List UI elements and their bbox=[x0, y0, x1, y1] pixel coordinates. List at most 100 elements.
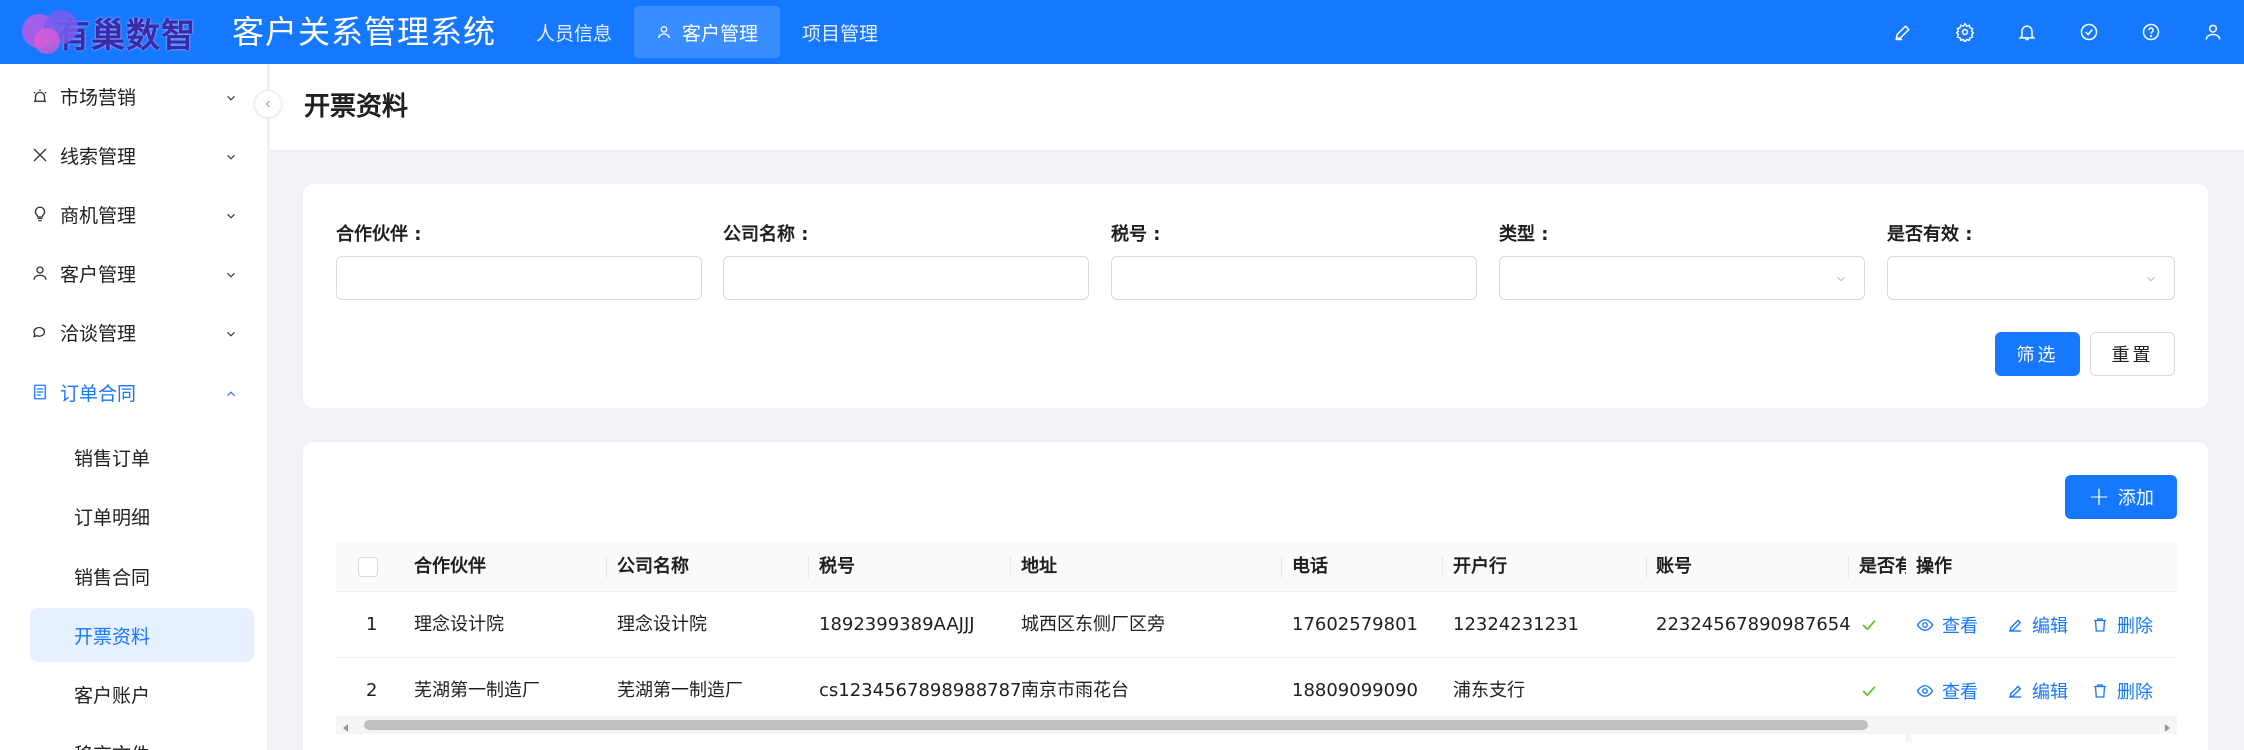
sidebar-collapse-button[interactable] bbox=[254, 90, 282, 118]
add-button[interactable]: + 添加 bbox=[2065, 475, 2177, 519]
chevron-up-icon bbox=[224, 384, 240, 400]
top-nav: 人员信息 客户管理 项目管理 bbox=[514, 0, 900, 64]
sidebar-sub-sales-contract[interactable]: 销售合同 bbox=[30, 549, 254, 603]
sidebar-sub-label: 订单明细 bbox=[74, 506, 151, 529]
sidebar-item-leads[interactable]: 线索管理 bbox=[30, 131, 240, 179]
top-nav-personnel[interactable]: 人员信息 bbox=[514, 0, 634, 64]
top-header: 有巢数智 客户关系管理系统 人员信息 客户管理 项目管理 bbox=[0, 0, 2244, 64]
brand-logo[interactable]: 有巢数智 bbox=[22, 4, 196, 60]
cell-address: 南京市雨花台 bbox=[1021, 680, 1129, 701]
header-toolbar bbox=[1872, 0, 2244, 64]
chevron-down-icon bbox=[224, 147, 240, 163]
edit-button[interactable]: 编辑 bbox=[2006, 658, 2068, 724]
sidebar-sub-invoice-info[interactable]: 开票资料 bbox=[30, 608, 254, 662]
table-row[interactable]: 1 理念设计院 理念设计院 1892399389AAJJJ 城西区东侧厂区旁 1… bbox=[336, 592, 2177, 658]
sidebar: 市场营销 线索管理 商机管理 客户管理 洽谈管理 订单合同 销售订单 订单明细 … bbox=[0, 64, 268, 750]
horizontal-scrollbar[interactable] bbox=[336, 716, 2177, 734]
table-header: 合作伙伴 公司名称 税号 地址 电话 开户行 账号 是否有效 bbox=[336, 542, 2177, 592]
sidebar-item-label: 客户管理 bbox=[60, 263, 137, 286]
view-button[interactable]: 查看 bbox=[1916, 658, 1978, 724]
col-bank[interactable]: 开户行 bbox=[1453, 542, 1643, 592]
cell-phone: 17602579801 bbox=[1292, 614, 1418, 635]
company-input[interactable] bbox=[723, 256, 1089, 300]
type-label: 类型 : bbox=[1499, 224, 1549, 245]
sidebar-item-orders[interactable]: 订单合同 bbox=[30, 368, 240, 416]
edit-icon bbox=[2009, 685, 2022, 698]
plus-icon: + bbox=[2088, 482, 2110, 512]
type-select[interactable] bbox=[1499, 256, 1865, 300]
scrollbar-thumb[interactable] bbox=[364, 720, 1868, 730]
sidebar-sub-handover-files[interactable]: 移交文件 bbox=[30, 726, 254, 750]
settings-icon[interactable] bbox=[1934, 0, 1996, 64]
trash-icon bbox=[2094, 618, 2106, 632]
delete-button[interactable]: 删除 bbox=[2091, 658, 2153, 724]
valid-check-icon bbox=[1859, 658, 1879, 724]
select-all-checkbox[interactable] bbox=[358, 557, 378, 577]
help-icon[interactable] bbox=[2120, 0, 2182, 64]
table-row[interactable]: 2 芜湖第一制造厂 芜湖第一制造厂 cs1234567898988787 南京市… bbox=[336, 658, 2177, 724]
user-icon bbox=[658, 26, 671, 39]
sidebar-item-opportunity[interactable]: 商机管理 bbox=[30, 190, 240, 238]
col-tax[interactable]: 税号 bbox=[819, 542, 1009, 592]
sidebar-sub-order-detail[interactable]: 订单明细 bbox=[30, 489, 254, 543]
user-icon[interactable] bbox=[2182, 0, 2244, 64]
cell-tax: 1892399389AAJJJ bbox=[819, 614, 975, 635]
sidebar-item-marketing[interactable]: 市场营销 bbox=[30, 72, 240, 120]
col-ops: 操作 bbox=[1916, 556, 1952, 577]
chevron-down-icon bbox=[2144, 271, 2160, 287]
sidebar-sub-label: 销售合同 bbox=[74, 566, 151, 589]
filter-button[interactable]: 筛选 bbox=[1995, 332, 2080, 376]
sidebar-item-negotiation[interactable]: 洽谈管理 bbox=[30, 308, 240, 356]
col-valid[interactable]: 是否有效 bbox=[1859, 542, 1909, 592]
col-address[interactable]: 地址 bbox=[1021, 542, 1271, 592]
chat-icon bbox=[30, 322, 50, 342]
page-header: 开票资料 bbox=[270, 64, 2244, 150]
row-index: 2 bbox=[366, 680, 378, 701]
row-index: 1 bbox=[366, 614, 378, 635]
col-account[interactable]: 账号 bbox=[1656, 542, 1846, 592]
ops-header: 操作 bbox=[1906, 542, 2177, 592]
cell-account: 22324567890987654 bbox=[1656, 614, 1851, 635]
top-nav-label: 项目管理 bbox=[802, 22, 879, 45]
bulb-icon bbox=[30, 204, 50, 224]
valid-label: 是否有效 : bbox=[1887, 224, 1973, 245]
chevron-down-icon bbox=[224, 265, 240, 281]
top-nav-project[interactable]: 项目管理 bbox=[780, 0, 900, 64]
sidebar-sub-label: 客户账户 bbox=[74, 684, 151, 707]
tax-input[interactable] bbox=[1111, 256, 1477, 300]
top-nav-customer[interactable]: 客户管理 bbox=[634, 6, 781, 58]
edit-icon bbox=[2009, 619, 2022, 632]
edit-button[interactable]: 编辑 bbox=[2006, 592, 2068, 658]
col-partner[interactable]: 合作伙伴 bbox=[414, 542, 604, 592]
cell-phone: 18809099090 bbox=[1292, 680, 1418, 701]
eye-icon bbox=[1916, 685, 1934, 697]
user-icon bbox=[30, 263, 50, 283]
sidebar-item-label: 市场营销 bbox=[60, 86, 137, 109]
sidebar-item-label: 线索管理 bbox=[60, 145, 137, 168]
sidebar-sub-customer-account[interactable]: 客户账户 bbox=[30, 667, 254, 721]
logo-mark-icon bbox=[22, 4, 86, 60]
delete-button[interactable]: 删除 bbox=[2091, 592, 2153, 658]
brush-icon[interactable] bbox=[1872, 0, 1934, 64]
filter-panel: 合作伙伴 : 公司名称 : 税号 : 类型 : 是否有效 : 筛选 重置 bbox=[303, 184, 2208, 408]
col-phone[interactable]: 电话 bbox=[1292, 542, 1442, 592]
col-company[interactable]: 公司名称 bbox=[617, 542, 807, 592]
reset-button[interactable]: 重置 bbox=[2090, 332, 2175, 376]
table-panel: + 添加 合作伙伴 公司名称 税号 地址 电话 开户行 账号 是否有效 1 理念… bbox=[303, 442, 2208, 750]
sidebar-item-label: 订单合同 bbox=[60, 382, 137, 405]
eye-icon bbox=[1916, 619, 1934, 631]
scroll-left-icon[interactable] bbox=[340, 719, 352, 732]
sidebar-item-customer[interactable]: 客户管理 bbox=[30, 249, 240, 297]
top-nav-label: 人员信息 bbox=[536, 22, 613, 45]
check-circle-icon[interactable] bbox=[2058, 0, 2120, 64]
bell-icon[interactable] bbox=[1996, 0, 2058, 64]
partner-input[interactable] bbox=[336, 256, 702, 300]
app-title: 客户关系管理系统 bbox=[232, 13, 497, 51]
chevron-down-icon bbox=[224, 88, 240, 104]
view-button[interactable]: 查看 bbox=[1916, 592, 1978, 658]
row-ops: 查看 编辑 删除 bbox=[1906, 658, 2177, 724]
valid-select[interactable] bbox=[1887, 256, 2175, 300]
cell-bank: 浦东支行 bbox=[1453, 680, 1525, 701]
scroll-right-icon[interactable] bbox=[2161, 719, 2173, 732]
sidebar-sub-sales-order[interactable]: 销售订单 bbox=[30, 430, 254, 484]
